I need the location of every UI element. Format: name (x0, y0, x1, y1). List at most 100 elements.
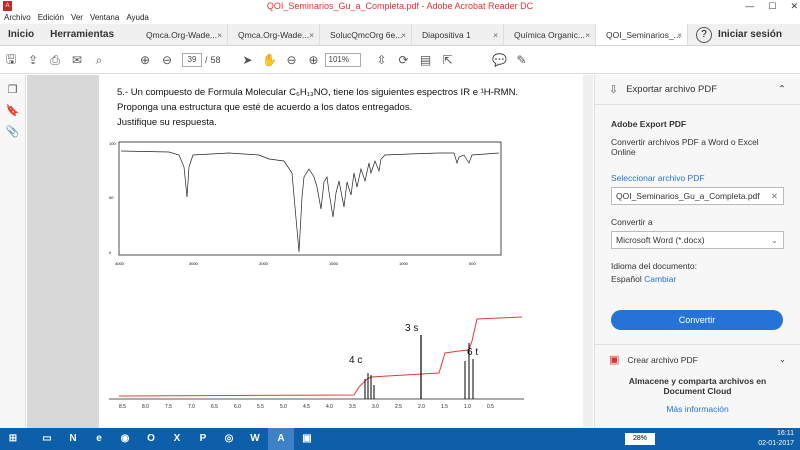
chevron-down-icon[interactable]: ⌄ (779, 354, 786, 365)
format-select[interactable]: Microsoft Word (*.docx) ⌄ (611, 231, 784, 249)
email-icon[interactable]: ✉ (66, 53, 88, 67)
close-tab-icon[interactable]: × (309, 24, 314, 45)
select-cursor-icon[interactable]: ➤ (237, 53, 259, 67)
powerpoint-icon[interactable]: P (190, 428, 216, 450)
system-clock[interactable]: 16:11 02-01-2017 (758, 429, 794, 449)
window-title: QOI_Seminarios_Gu_a_Completa.pdf - Adobe… (266, 1, 534, 11)
language-label: Idioma del documento: (611, 261, 697, 271)
scroll-mode-icon[interactable]: ▤ (415, 53, 437, 67)
bookmark-icon[interactable]: 🔖 (0, 104, 25, 117)
battery-indicator[interactable]: 28% (625, 433, 655, 445)
doc-tab-active[interactable]: QOI_Seminarios_... × (596, 24, 689, 45)
print-icon[interactable]: ⎙ (44, 53, 66, 68)
document-area[interactable]: 5.- Un compuesto de Formula Molecular C₆… (27, 75, 593, 428)
read-mode-icon[interactable]: ⇱ (437, 53, 459, 67)
zoom-out-icon[interactable]: ⊖ (281, 53, 303, 67)
change-language-link[interactable]: Cambiar (644, 274, 676, 284)
search-icon[interactable]: ⌕ (88, 53, 110, 68)
word-icon[interactable]: W (242, 428, 268, 450)
zoom-in-icon[interactable]: ⊕ (303, 53, 325, 67)
doc-tab[interactable]: Química Organic... × (504, 24, 597, 45)
edge-icon[interactable]: e (86, 428, 112, 450)
more-info-link[interactable]: Más información (595, 404, 800, 414)
convert-button[interactable]: Convertir (611, 310, 783, 330)
store-title: Almacene y comparta archivos en Document… (628, 376, 767, 396)
windows-start-icon[interactable]: ⊞ (0, 428, 26, 450)
outlook-icon[interactable]: O (138, 428, 164, 450)
nmr-spectrum: 4 c 3 s 6 t 8.5 8.0 7.5 7.0 6.5 6.0 5.5 … (109, 316, 524, 410)
svg-text:5.0: 5.0 (280, 404, 287, 410)
file-explorer-icon[interactable]: ▭ (34, 428, 60, 450)
close-tab-icon[interactable]: × (677, 24, 682, 45)
ir-xtick: 1500 (329, 261, 339, 266)
tab-tools[interactable]: Herramientas (42, 24, 122, 45)
menu-ver[interactable]: Ver (71, 12, 83, 24)
menu-archivo[interactable]: Archivo (4, 12, 31, 24)
upload-icon[interactable]: ⇪ (22, 53, 44, 67)
convert-to-label: Convertir a (611, 217, 653, 227)
sign-in-button[interactable]: Iniciar sesión (718, 24, 782, 45)
doc-tab[interactable]: Qmca.Org-Wade... × (136, 24, 229, 45)
vertical-scrollbar[interactable] (583, 75, 593, 428)
chrome-icon[interactable]: ◎ (216, 428, 242, 450)
page-total: 58 (210, 55, 221, 65)
export-pdf-icon: ⇩ (609, 84, 619, 96)
close-icon[interactable]: ✕ (790, 0, 798, 12)
minimize-icon[interactable]: — (745, 0, 754, 12)
svg-text:4.5: 4.5 (303, 404, 310, 410)
svg-text:0.5: 0.5 (487, 404, 494, 410)
hand-tool-icon[interactable]: ✋ (259, 53, 281, 67)
onenote-icon[interactable]: N (60, 428, 86, 450)
acrobat-taskbar-icon[interactable]: A (268, 428, 294, 450)
file-name-field[interactable]: QOI_Seminarios_Gu_a_Completa.pdf ✕ (611, 187, 784, 205)
select-file-link[interactable]: Seleccionar archivo PDF (611, 173, 784, 183)
ir-ytick: 0 (109, 250, 112, 255)
save-icon[interactable]: 🖫 (0, 50, 22, 71)
close-tab-icon[interactable]: × (585, 24, 590, 45)
excel-icon[interactable]: X (164, 428, 190, 450)
attachment-icon[interactable]: 📎 (0, 125, 25, 138)
doc-tab[interactable]: Qmca.Org-Wade... × (228, 24, 321, 45)
close-tab-icon[interactable]: × (401, 24, 406, 45)
sign-icon[interactable]: ✎ (511, 53, 533, 67)
help-icon[interactable]: ? (696, 27, 713, 43)
svg-text:7.0: 7.0 (188, 404, 195, 410)
question-line-2: Proponga una estructura que esté de acue… (117, 102, 413, 113)
steam-icon[interactable]: ◉ (112, 428, 138, 450)
create-pdf-icon: ▣ (609, 354, 620, 366)
page-up-icon[interactable]: ⊕ (134, 53, 156, 67)
pdf-page: 5.- Un compuesto de Formula Molecular C₆… (99, 75, 589, 428)
comment-icon[interactable]: 💬 (489, 53, 511, 67)
zoom-select[interactable]: 101% (324, 53, 361, 67)
window-controls: — ☐ ✕ (745, 0, 798, 12)
nmr-peak-label: 6 t (467, 347, 478, 358)
create-pdf-row[interactable]: ▣ Crear archivo PDF ⌄ (595, 344, 800, 374)
thumbnails-icon[interactable]: ❐ (0, 83, 25, 96)
ir-ytick: 100 (109, 141, 116, 146)
menu-ayuda[interactable]: Ayuda (126, 12, 149, 24)
svg-text:8.5: 8.5 (119, 404, 126, 410)
question-line-1: 5.- Un compuesto de Formula Molecular C₆… (117, 87, 519, 98)
export-panel-header[interactable]: ⇩ Exportar archivo PDF ⌃ (595, 75, 800, 105)
ir-spectrum: 100 50 0 4000 3000 2000 1500 1000 500 (109, 141, 502, 266)
page-number-input[interactable]: 39 (182, 53, 202, 67)
close-icon[interactable]: ✕ (771, 188, 778, 204)
close-tab-icon[interactable]: × (217, 24, 222, 45)
svg-text:3.0: 3.0 (372, 404, 379, 410)
tab-home[interactable]: Inicio (0, 24, 42, 45)
page-down-icon[interactable]: ⊖ (156, 53, 178, 67)
doc-tab[interactable]: SolucQmcOrg 6e... × (320, 24, 413, 45)
chevron-down-icon: ⌄ (770, 235, 778, 245)
rotate-icon[interactable]: ⟳ (393, 53, 415, 67)
question-text: 5.- Un compuesto de Formula Molecular C₆… (117, 85, 518, 130)
fit-page-icon[interactable]: ⇳ (371, 53, 393, 67)
menu-edicion[interactable]: Edición (38, 12, 64, 24)
close-tab-icon[interactable]: × (493, 24, 498, 45)
menu-ventana[interactable]: Ventana (90, 12, 119, 24)
ir-trace (120, 150, 500, 253)
app-icon[interactable]: ▣ (294, 428, 320, 450)
menu-bar: Archivo Edición Ver Ventana Ayuda (0, 12, 800, 24)
maximize-icon[interactable]: ☐ (768, 0, 776, 12)
doc-tab[interactable]: Diapositiva 1 × (412, 24, 505, 45)
chevron-up-icon[interactable]: ⌃ (778, 84, 786, 95)
